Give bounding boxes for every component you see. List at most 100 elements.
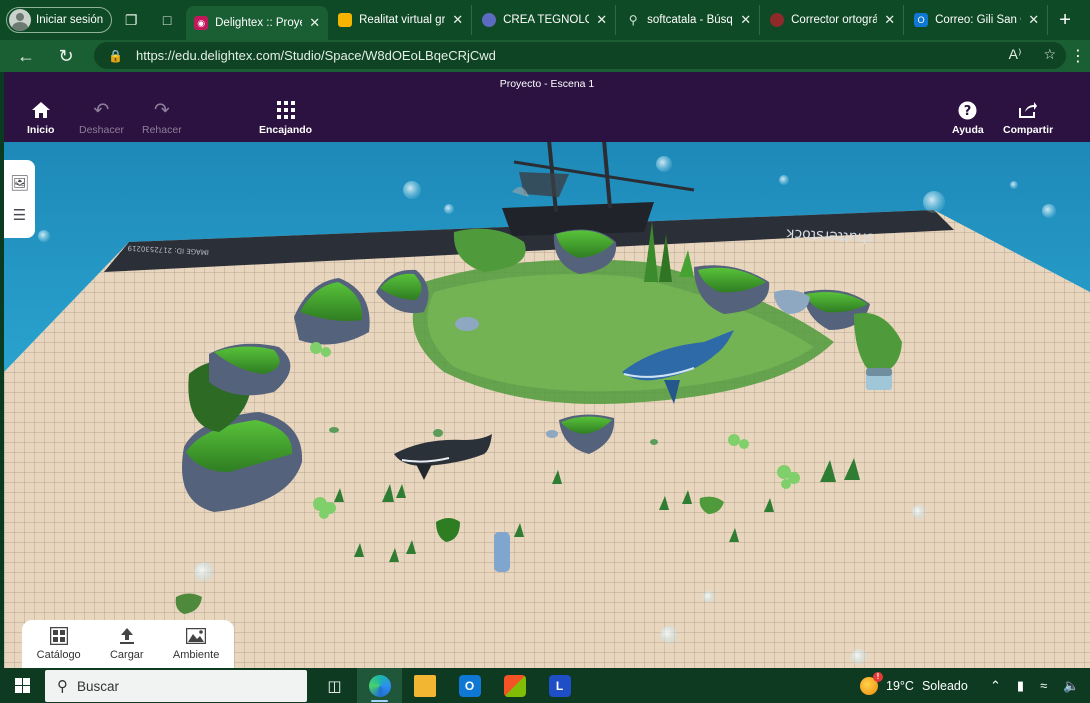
corrector-favicon-icon bbox=[770, 13, 785, 27]
upload-label: Cargar bbox=[109, 649, 144, 661]
app-header: Proyecto - Escena 1 Inicio ↶ Deshacer ↷ … bbox=[4, 72, 1090, 142]
help-label: Ayuda bbox=[952, 124, 984, 136]
file-explorer-icon[interactable] bbox=[402, 668, 447, 703]
profile-label: Iniciar sesión bbox=[36, 14, 104, 26]
delightex-app: Proyecto - Escena 1 Inicio ↶ Deshacer ↷ … bbox=[4, 72, 1090, 668]
tab-realitat-virtual[interactable]: Realitat virtual gr ✕ bbox=[330, 5, 473, 35]
environment-button[interactable]: Ambiente bbox=[173, 627, 219, 661]
tab-title: Corrector ortográ bbox=[791, 14, 878, 26]
lexia-app-icon[interactable]: L bbox=[537, 668, 582, 703]
avatar-icon bbox=[9, 9, 31, 31]
undo-icon: ↶ bbox=[93, 99, 110, 121]
share-button[interactable]: Compartir bbox=[1003, 100, 1053, 136]
volume-icon[interactable]: 🔈 bbox=[1063, 678, 1079, 694]
slides-favicon-icon bbox=[338, 13, 353, 27]
tab-title: Realitat virtual gr bbox=[359, 14, 446, 26]
redo-icon: ↷ bbox=[153, 99, 170, 121]
address-bar-row: ← ↻ 🔒 https://edu.delightex.com/Studio/S… bbox=[0, 40, 1090, 72]
wifi-icon[interactable]: ≈ bbox=[1040, 678, 1047, 693]
close-tab-icon[interactable]: ✕ bbox=[452, 12, 463, 28]
image-gallery-icon[interactable]: 🖼 bbox=[10, 174, 29, 192]
redo-button[interactable]: ↷ Rehacer bbox=[142, 99, 182, 137]
windows-logo-icon bbox=[14, 678, 30, 693]
lock-icon: 🔒 bbox=[108, 48, 123, 63]
upload-icon bbox=[119, 627, 135, 645]
windows-taskbar: ⚲ Buscar ◫ O L 19°C Soleado ⌃ ▮ ≈ 🔈 bbox=[0, 668, 1090, 703]
close-tab-icon[interactable]: ✕ bbox=[884, 12, 895, 28]
search-icon: ⚲ bbox=[57, 678, 68, 695]
store-app-icon[interactable] bbox=[492, 668, 537, 703]
svg-text:?: ? bbox=[964, 104, 972, 119]
screen: Iniciar sesión ❐ □ ◉ Delightex :: Proyec… bbox=[0, 0, 1090, 703]
environment-label: Ambiente bbox=[172, 649, 220, 661]
tab-correo[interactable]: O Correo: Gili San G ✕ bbox=[906, 5, 1049, 35]
url-field[interactable]: 🔒 https://edu.delightex.com/Studio/Space… bbox=[94, 42, 1066, 69]
help-button[interactable]: ? Ayuda bbox=[952, 100, 984, 136]
edge-app-icon[interactable] bbox=[357, 668, 402, 703]
share-label: Compartir bbox=[1003, 124, 1054, 136]
search-label: Buscar bbox=[77, 678, 120, 694]
undo-button[interactable]: ↶ Deshacer bbox=[79, 99, 124, 137]
scene-3d-view[interactable]: shutterstock IMAGE ID: 2172530219 bbox=[4, 142, 1090, 668]
upload-button[interactable]: Cargar bbox=[110, 627, 144, 661]
catalog-label: Catálogo bbox=[36, 649, 81, 661]
grid-icon bbox=[276, 100, 295, 120]
more-options-icon[interactable]: ⋮ bbox=[1070, 46, 1086, 66]
url-text: https://edu.delightex.com/Studio/Space/W… bbox=[136, 48, 496, 63]
back-arrow-icon[interactable]: ← bbox=[6, 40, 46, 72]
treasure-chest-model[interactable] bbox=[866, 368, 892, 390]
list-icon[interactable]: ☰ bbox=[13, 206, 26, 224]
weather-widget[interactable]: 19°C Soleado bbox=[860, 668, 968, 703]
share-icon bbox=[1018, 100, 1038, 120]
taskbar-search[interactable]: ⚲ Buscar bbox=[45, 670, 307, 702]
delightex-favicon-icon: ◉ bbox=[194, 16, 209, 30]
bottle-model[interactable] bbox=[494, 532, 510, 572]
read-aloud-icon[interactable]: A⁾ bbox=[1009, 46, 1022, 63]
site-favicon-icon bbox=[482, 13, 497, 27]
tab-title: Delightex :: Proyec bbox=[215, 17, 303, 29]
help-icon: ? bbox=[958, 100, 977, 120]
reload-icon[interactable]: ↻ bbox=[46, 40, 86, 72]
snap-label: Encajando bbox=[259, 124, 313, 136]
tab-corrector[interactable]: Corrector ortográ ✕ bbox=[762, 5, 905, 35]
weather-condition: Soleado bbox=[921, 678, 968, 693]
new-tab-icon[interactable]: + bbox=[1050, 5, 1080, 35]
sun-icon bbox=[860, 671, 883, 695]
start-button[interactable] bbox=[0, 668, 44, 703]
chevron-up-icon[interactable]: ⌃ bbox=[990, 678, 1001, 694]
close-tab-icon[interactable]: ✕ bbox=[740, 12, 751, 28]
scene-viewport[interactable]: shutterstock IMAGE ID: 2172530219 🖼 ☰ Ca… bbox=[4, 142, 1090, 668]
browser-tab-strip: Iniciar sesión ❐ □ ◉ Delightex :: Proyec… bbox=[0, 0, 1090, 40]
scene-title: Proyecto - Escena 1 bbox=[499, 78, 595, 90]
tab-delightex[interactable]: ◉ Delightex :: Proyec ✕ bbox=[186, 6, 329, 40]
search-favicon-icon: ⚲ bbox=[628, 13, 638, 27]
tab-title: Correo: Gili San G bbox=[935, 14, 1022, 26]
outlook-app-icon[interactable]: O bbox=[447, 668, 492, 703]
catalog-button[interactable]: Catálogo bbox=[37, 627, 81, 661]
close-tab-icon[interactable]: ✕ bbox=[596, 12, 607, 28]
tab-title: softcatala - Búsqu bbox=[647, 14, 734, 26]
bottom-toolbar: Catálogo Cargar Ambiente bbox=[22, 620, 234, 668]
battery-icon[interactable]: ▮ bbox=[1017, 678, 1024, 694]
close-tab-icon[interactable]: ✕ bbox=[309, 15, 320, 31]
weather-temp: 19°C bbox=[886, 678, 914, 693]
snap-button[interactable]: Encajando bbox=[259, 100, 312, 136]
home-label: Inicio bbox=[27, 124, 55, 136]
home-icon bbox=[31, 100, 51, 120]
tab-softcatala[interactable]: ⚲ softcatala - Búsqu ✕ bbox=[618, 5, 761, 35]
task-view-icon[interactable]: ◫ bbox=[312, 668, 357, 703]
home-button[interactable]: Inicio bbox=[27, 100, 54, 136]
side-panel: 🖼 ☰ bbox=[4, 160, 35, 238]
redo-label: Rehacer bbox=[142, 124, 182, 136]
close-tab-icon[interactable]: ✕ bbox=[1028, 12, 1039, 28]
profile-button[interactable]: Iniciar sesión bbox=[6, 7, 113, 33]
tab-actions-icon[interactable]: □ bbox=[150, 6, 184, 34]
taskbar-apps: ◫ O L bbox=[312, 668, 582, 703]
catalog-icon bbox=[49, 627, 68, 645]
tab-crea-tegnologi[interactable]: CREA TEGNOLOGI ✕ bbox=[474, 5, 617, 35]
workspaces-icon[interactable]: ❐ bbox=[114, 6, 148, 34]
undo-label: Deshacer bbox=[79, 124, 124, 136]
tab-title: CREA TEGNOLOGI bbox=[503, 14, 589, 26]
favorite-star-icon[interactable]: ☆ bbox=[1043, 46, 1056, 63]
system-tray: ⌃ ▮ ≈ 🔈 bbox=[990, 668, 1079, 703]
